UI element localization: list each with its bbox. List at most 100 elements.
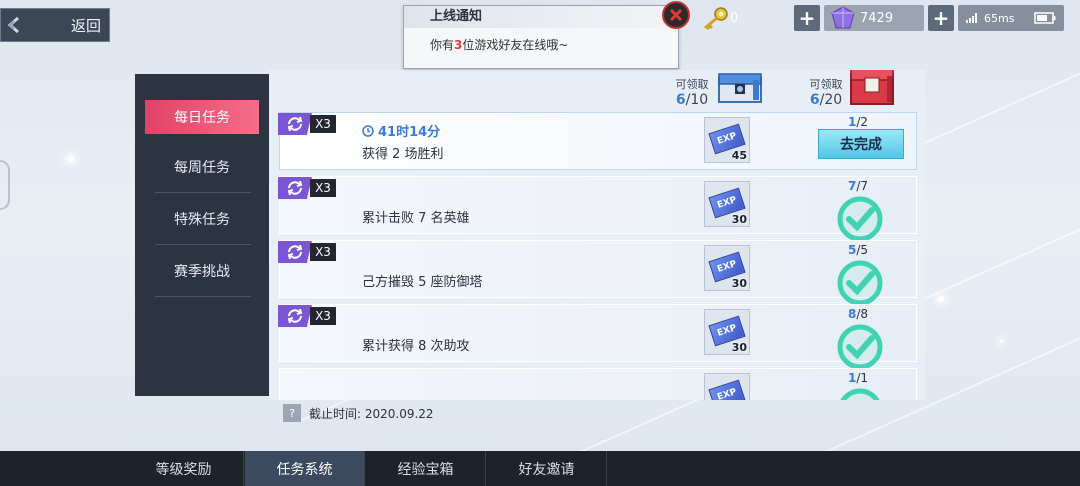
exp-amount: 45 bbox=[731, 149, 747, 162]
refresh-icon bbox=[287, 244, 303, 260]
exp-card-icon: EXP bbox=[708, 379, 746, 400]
reward-multiplier: X3 bbox=[310, 243, 336, 261]
deadline-text: 截止时间: 2020.09.22 bbox=[309, 406, 434, 421]
clock-icon bbox=[362, 124, 374, 137]
exp-reward: EXP 30 bbox=[704, 181, 750, 227]
notification-msg-post: 位游戏好友在线哦~ bbox=[462, 38, 569, 52]
reward-multiplier: X3 bbox=[310, 115, 336, 133]
task-row[interactable]: X3 累计击败 7 名英雄 EXP 30 7/7 bbox=[278, 176, 917, 242]
side-drawer-handle[interactable] bbox=[0, 160, 10, 210]
task-progress: 1/2 bbox=[828, 115, 888, 129]
back-button[interactable]: 返回 bbox=[0, 8, 110, 42]
task-description: 累计击败 7 名英雄 bbox=[362, 211, 470, 226]
tab-exp-chest[interactable]: 经验宝箱 bbox=[366, 451, 486, 486]
task-description: 累计获得 8 次助攻 bbox=[362, 339, 470, 354]
notification-message: 你有3位游戏好友在线哦~ bbox=[404, 28, 678, 53]
key-resource: 0 bbox=[696, 5, 788, 31]
progress-total: /8 bbox=[856, 307, 869, 321]
sidebar-item-label: 赛季挑战 bbox=[174, 264, 230, 280]
chest-2-caption: 可领取 bbox=[809, 78, 843, 91]
task-row[interactable]: EXP 1/1 bbox=[279, 368, 917, 400]
chest-1-claimed: 6 bbox=[675, 92, 686, 108]
divider bbox=[155, 244, 251, 245]
refresh-icon bbox=[287, 116, 303, 132]
task-row[interactable]: X3 己方摧毁 5 座防御塔 EXP 30 5/5 bbox=[278, 240, 917, 306]
task-row[interactable]: X3 41时14分 获得 2 场胜利 EXP 45 1/2 去完成 bbox=[278, 112, 917, 170]
sidebar-item-special[interactable]: 特殊任务 bbox=[145, 202, 259, 236]
exp-reward: EXP 45 bbox=[704, 117, 750, 163]
tab-level-rewards[interactable]: 等级奖励 bbox=[124, 451, 244, 486]
notification-title: 上线通知 bbox=[404, 6, 678, 28]
tab-label: 经验宝箱 bbox=[397, 461, 454, 478]
exp-amount: 30 bbox=[731, 213, 747, 226]
tab-label: 任务系统 bbox=[276, 461, 333, 478]
sidebar-item-daily[interactable]: 每日任务 bbox=[145, 100, 259, 134]
sidebar-item-weekly[interactable]: 每周任务 bbox=[145, 150, 259, 184]
repeat-tag bbox=[278, 305, 312, 327]
gem-resource: 7429 bbox=[824, 5, 924, 31]
completed-check-icon bbox=[837, 324, 883, 370]
key-icon bbox=[704, 7, 728, 30]
bottom-tab-bar: 等级奖励 任务系统 经验宝箱 好友邀请 bbox=[0, 451, 1080, 486]
battery-icon bbox=[1034, 12, 1056, 24]
sidebar-item-label: 特殊任务 bbox=[174, 212, 230, 228]
progress-total: /2 bbox=[856, 115, 869, 129]
key-count: 0 bbox=[730, 10, 739, 26]
exp-reward: EXP 30 bbox=[704, 309, 750, 355]
chest-2-progress: 可领取 6/20 bbox=[801, 76, 851, 108]
task-description: 获得 2 场胜利 bbox=[362, 147, 444, 162]
go-complete-button[interactable]: 去完成 bbox=[818, 129, 904, 159]
ping-value: 65ms bbox=[984, 11, 1015, 25]
progress-total: /5 bbox=[856, 243, 869, 257]
notification-msg-pre: 你有 bbox=[430, 38, 455, 52]
add-gems-button[interactable]: + bbox=[928, 5, 954, 31]
completed-check-icon bbox=[840, 388, 880, 400]
task-category-sidebar: 每日任务 每周任务 特殊任务 赛季挑战 bbox=[135, 74, 269, 396]
help-icon[interactable]: ? bbox=[283, 404, 301, 422]
task-row[interactable]: X3 累计获得 8 次助攻 EXP 30 8/8 bbox=[278, 304, 917, 370]
back-label: 返回 bbox=[70, 16, 101, 35]
sidebar-item-season[interactable]: 赛季挑战 bbox=[145, 254, 259, 288]
chest-2-total: /20 bbox=[819, 92, 843, 108]
notification-close-button[interactable] bbox=[662, 1, 690, 29]
gem-count: 7429 bbox=[860, 10, 894, 26]
tab-friend-invite[interactable]: 好友邀请 bbox=[487, 451, 607, 486]
red-chest-icon[interactable] bbox=[847, 70, 897, 108]
completed-check-icon bbox=[837, 196, 883, 242]
task-list-panel: 可领取 6/10 可领取 6/20 X3 41时14分 获得 2 场胜利 EXP… bbox=[269, 70, 925, 400]
online-notification: 上线通知 你有3位游戏好友在线哦~ bbox=[403, 5, 679, 69]
chest-1-total: /10 bbox=[685, 92, 709, 108]
chest-1-progress: 可领取 6/10 bbox=[667, 76, 717, 108]
resource-bar: 0 + 7429 + 65ms bbox=[696, 4, 1064, 32]
tab-task-system[interactable]: 任务系统 bbox=[245, 451, 365, 486]
progress-total: /1 bbox=[856, 371, 869, 385]
divider bbox=[155, 296, 251, 297]
task-progress: 1/1 bbox=[828, 371, 888, 385]
add-keys-button[interactable]: + bbox=[794, 5, 820, 31]
close-icon bbox=[669, 8, 683, 22]
reward-multiplier: X3 bbox=[310, 179, 336, 197]
chest-1-caption: 可领取 bbox=[675, 78, 709, 91]
bg-sparkle bbox=[1000, 340, 1003, 343]
sidebar-item-label: 每周任务 bbox=[174, 160, 230, 176]
timer-text: 41时14分 bbox=[378, 125, 441, 140]
refresh-icon bbox=[287, 308, 303, 324]
repeat-tag bbox=[278, 113, 312, 135]
exp-reward: EXP 30 bbox=[704, 245, 750, 291]
exp-amount: 30 bbox=[731, 277, 747, 290]
task-progress: 7/7 bbox=[828, 179, 888, 193]
back-arrow-icon bbox=[1, 9, 29, 41]
tab-label: 等级奖励 bbox=[155, 461, 212, 478]
blue-chest-icon[interactable] bbox=[715, 70, 765, 106]
exp-amount: 30 bbox=[731, 341, 747, 354]
tab-label: 好友邀请 bbox=[518, 461, 575, 478]
task-description: 己方摧毁 5 座防御塔 bbox=[362, 275, 483, 290]
signal-icon bbox=[966, 13, 977, 23]
bg-sparkle bbox=[68, 156, 74, 162]
task-timer: 41时14分 bbox=[362, 121, 440, 140]
chest-2-claimed: 6 bbox=[809, 92, 820, 108]
repeat-tag bbox=[278, 241, 312, 263]
deadline: ? 截止时间: 2020.09.22 bbox=[283, 404, 434, 422]
task-progress: 5/5 bbox=[828, 243, 888, 257]
reward-multiplier: X3 bbox=[310, 307, 336, 325]
